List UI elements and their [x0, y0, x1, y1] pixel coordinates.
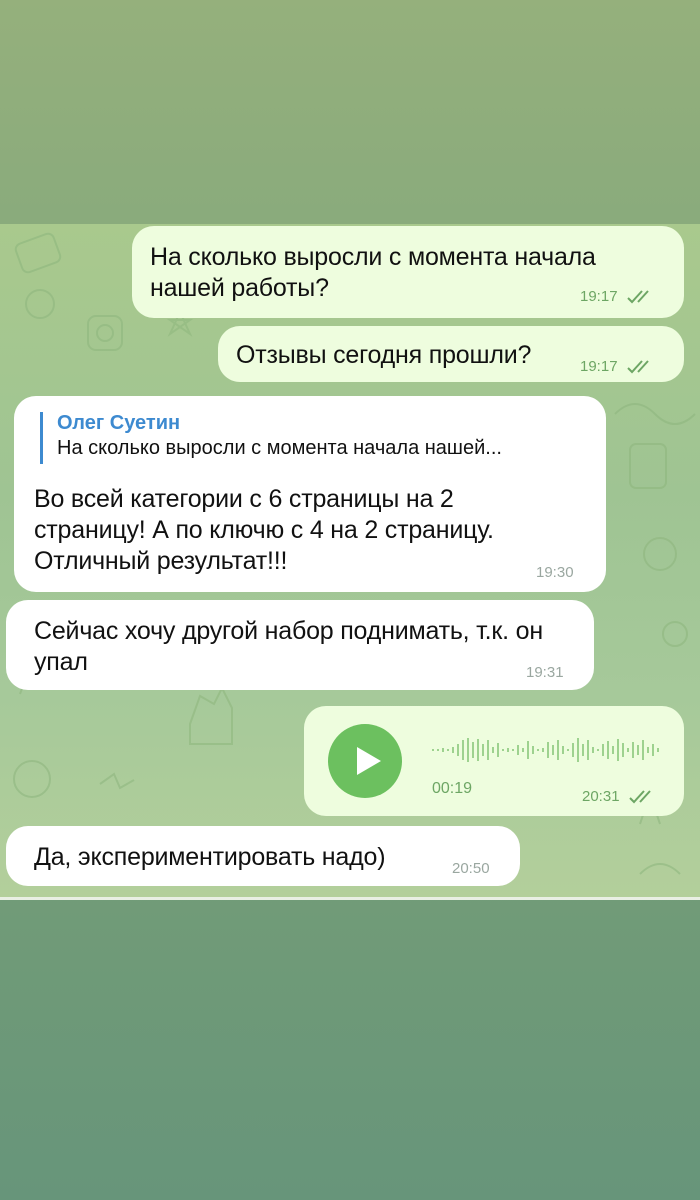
message-time: 19:30	[536, 564, 574, 581]
message-time: 20:50	[452, 860, 490, 877]
play-button[interactable]	[328, 724, 402, 798]
message-text: Да, экспериментировать надо)	[34, 843, 386, 871]
message-bubble-incoming[interactable]: Олег Суетин На сколько выросли с момента…	[14, 396, 606, 592]
chat-area: На сколько выросли с момента начала наше…	[0, 224, 700, 900]
play-icon	[357, 747, 381, 775]
message-bubble-outgoing[interactable]: Отзывы сегодня прошли? 19:17	[218, 326, 684, 382]
double-check-icon	[629, 790, 651, 804]
message-bubble-incoming[interactable]: Да, экспериментировать надо) 20:50	[6, 826, 520, 886]
message-text: Во всей категории с 6 страницы на 2 стра…	[34, 485, 494, 575]
message-text: Сейчас хочу другой набор поднимать, т.к.…	[34, 617, 543, 676]
double-check-icon	[627, 290, 649, 304]
reply-quote-text: На сколько выросли с момента начала наше…	[57, 437, 502, 459]
voice-waveform-icon[interactable]	[432, 732, 662, 768]
double-check-icon	[627, 360, 649, 374]
voice-duration: 00:19	[432, 780, 473, 797]
voice-message-bubble[interactable]: 00:19 20:31	[304, 706, 684, 816]
message-time: 19:31	[526, 664, 564, 681]
message-time: 19:17	[580, 288, 618, 305]
reply-author-name: Олег Суетин	[57, 412, 181, 434]
reply-quote[interactable]: Олег Суетин На сколько выросли с момента…	[40, 412, 588, 464]
message-text: Отзывы сегодня прошли?	[236, 341, 532, 369]
message-time: 20:31	[582, 788, 620, 805]
message-time: 19:17	[580, 358, 618, 375]
message-bubble-outgoing[interactable]: На сколько выросли с момента начала наше…	[132, 226, 684, 318]
message-bubble-incoming[interactable]: Сейчас хочу другой набор поднимать, т.к.…	[6, 600, 594, 690]
